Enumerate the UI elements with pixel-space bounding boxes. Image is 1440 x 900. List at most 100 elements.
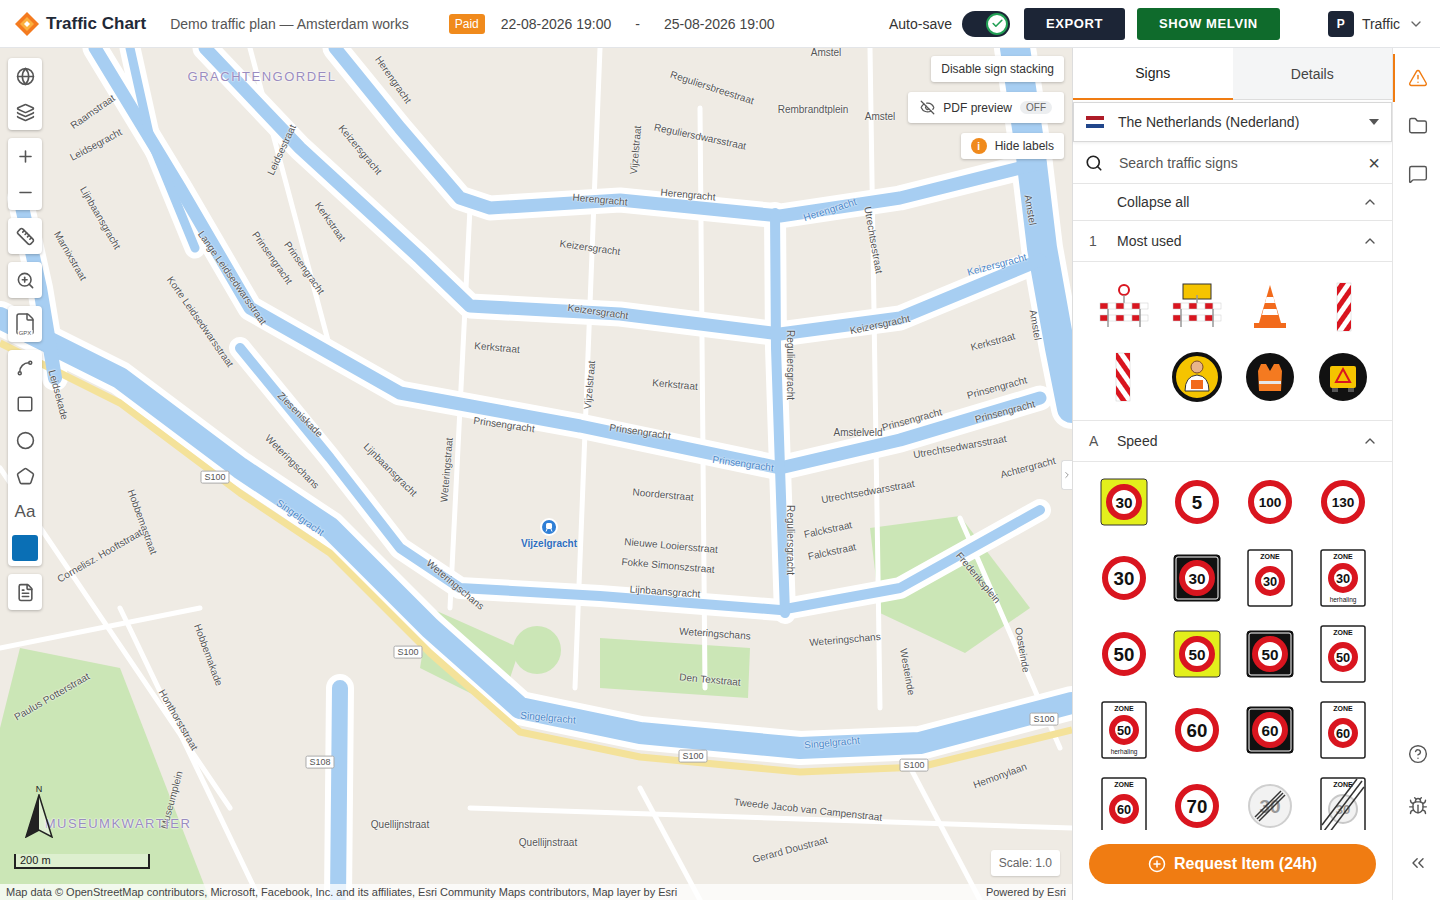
round-speed-sign-icon[interactable]: 60 — [1173, 706, 1221, 754]
zoom-in-button[interactable] — [8, 138, 42, 174]
notes-button[interactable] — [8, 574, 42, 610]
polygon-tool[interactable] — [8, 458, 42, 494]
black-square-sign-icon[interactable]: 50 — [1246, 630, 1294, 678]
barrier-light-icon[interactable] — [1098, 281, 1150, 333]
beacon-left-icon[interactable] — [1098, 351, 1150, 403]
sign-item[interactable]: 60 — [1160, 696, 1233, 764]
start-date[interactable]: 22-08-2026 19:00 — [501, 16, 612, 32]
layers-button[interactable] — [8, 94, 42, 130]
zone-sign-icon[interactable]: ZONE30 — [1247, 549, 1293, 607]
round-speed-sign-icon[interactable]: 70 — [1173, 782, 1221, 830]
sign-item[interactable]: ZONE30 — [1234, 544, 1307, 612]
show-melvin-button[interactable]: SHOW MELVIN — [1137, 8, 1280, 40]
pdf-preview-button[interactable]: PDF previewOFF — [908, 92, 1064, 123]
zone-sign-icon[interactable]: ZONE50herhaling — [1101, 701, 1147, 759]
panel-handle[interactable] — [1061, 460, 1072, 490]
rail-item[interactable] — [1393, 780, 1440, 832]
sign-item[interactable] — [1307, 276, 1380, 338]
sign-item[interactable]: ZONE30herhaling — [1307, 544, 1380, 612]
rail-item[interactable] — [1393, 150, 1440, 198]
black-square-sign-icon[interactable]: 30 — [1173, 554, 1221, 602]
sign-stacking-button[interactable]: Disable sign stacking — [931, 56, 1064, 82]
beacon-right-icon[interactable] — [1317, 281, 1369, 333]
text-tool[interactable]: Aa — [8, 494, 42, 530]
zone-sign-icon[interactable]: ZONE50 — [1320, 625, 1366, 683]
end-speed-sign-icon[interactable]: 30 — [1246, 782, 1294, 830]
sign-item[interactable] — [1087, 276, 1160, 338]
sign-item[interactable]: 100 — [1234, 468, 1307, 536]
country-select[interactable]: The Netherlands (Nederland) — [1073, 102, 1392, 142]
sign-item[interactable]: 60 — [1234, 696, 1307, 764]
panel-tab[interactable]: Details — [1233, 48, 1393, 100]
zone-end-sign-icon[interactable]: ZONE30 — [1320, 777, 1366, 830]
zone-sign-icon[interactable]: ZONE30herhaling — [1320, 549, 1366, 607]
sign-item[interactable]: 5 — [1160, 468, 1233, 536]
vest-icon[interactable] — [1244, 351, 1296, 403]
sign-item[interactable] — [1234, 346, 1307, 408]
rail-item[interactable] — [1393, 102, 1440, 150]
sign-item[interactable]: ZONE60 — [1087, 772, 1160, 830]
circle-tool[interactable] — [8, 422, 42, 458]
station-marker[interactable]: Vijzelgracht — [521, 518, 577, 549]
sign-item[interactable]: 50 — [1234, 620, 1307, 688]
map[interactable]: GRACHTENGORDELAmstelReguliersbreestraatR… — [0, 48, 1072, 900]
round-speed-sign-icon[interactable]: 130 — [1319, 478, 1367, 526]
sign-item[interactable]: 50 — [1087, 620, 1160, 688]
logo[interactable]: Traffic Chart — [14, 11, 146, 37]
sign-item[interactable] — [1307, 346, 1380, 408]
color-tool[interactable] — [8, 530, 42, 566]
export-button[interactable]: EXPORT — [1024, 8, 1125, 40]
zoom-out-button[interactable] — [8, 174, 42, 210]
sign-item[interactable] — [1160, 276, 1233, 338]
cone-icon[interactable] — [1244, 281, 1296, 333]
basemap-button[interactable] — [8, 58, 42, 94]
sign-item[interactable]: 30 — [1160, 544, 1233, 612]
yellow-square-sign-icon[interactable]: 30 — [1100, 478, 1148, 526]
panel-tab[interactable]: Signs — [1073, 48, 1233, 100]
rectangle-tool[interactable] — [8, 386, 42, 422]
sign-item[interactable]: 30 — [1234, 772, 1307, 830]
rail-item[interactable] — [1393, 832, 1440, 894]
round-speed-sign-icon[interactable]: 30 — [1100, 554, 1148, 602]
barrier-board-icon[interactable] — [1171, 281, 1223, 333]
rail-item[interactable] — [1393, 728, 1440, 780]
zone-sign-icon[interactable]: ZONE60 — [1101, 777, 1147, 830]
yellow-square-sign-icon[interactable]: 50 — [1173, 630, 1221, 678]
sign-item[interactable]: 30 — [1087, 468, 1160, 536]
map-canvas[interactable] — [0, 48, 1072, 900]
sign-item[interactable] — [1087, 346, 1160, 408]
round-speed-sign-icon[interactable]: 100 — [1246, 478, 1294, 526]
end-date[interactable]: 25-08-2026 19:00 — [664, 16, 775, 32]
sign-item[interactable]: 30 — [1087, 544, 1160, 612]
user-menu[interactable]: PTraffic — [1328, 11, 1424, 37]
sign-item[interactable]: ZONE60 — [1307, 696, 1380, 764]
request-item-button[interactable]: Request Item (24h) — [1089, 844, 1376, 884]
measure-button[interactable] — [8, 218, 42, 254]
sign-item[interactable]: ZONE50herhaling — [1087, 696, 1160, 764]
autosave-toggle[interactable] — [962, 11, 1010, 37]
worker-icon[interactable] — [1171, 351, 1223, 403]
collapse-all[interactable]: Collapse all — [1073, 184, 1392, 221]
sign-item[interactable]: 130 — [1307, 468, 1380, 536]
round-speed-sign-icon[interactable]: 50 — [1100, 630, 1148, 678]
sign-item[interactable] — [1234, 276, 1307, 338]
sign-item[interactable]: 70 — [1160, 772, 1233, 830]
line-tool[interactable] — [8, 350, 42, 386]
section-header[interactable]: 1Most used — [1073, 221, 1392, 262]
rail-item[interactable] — [1393, 54, 1440, 102]
sign-item[interactable]: ZONE30 — [1307, 772, 1380, 830]
zoom-area-button[interactable] — [8, 262, 42, 298]
plan-title[interactable]: Demo traffic plan — Amsterdam works — [170, 16, 409, 32]
sign-item[interactable]: 50 — [1160, 620, 1233, 688]
hide-labels-button[interactable]: iHide labels — [961, 133, 1064, 159]
search-input[interactable] — [1117, 154, 1354, 172]
sign-item[interactable] — [1160, 346, 1233, 408]
round-speed-sign-icon[interactable]: 5 — [1173, 478, 1221, 526]
clear-button[interactable]: × — [1368, 153, 1380, 173]
gpx-button[interactable]: GPX — [8, 306, 42, 342]
section-header[interactable]: ASpeed — [1073, 421, 1392, 462]
vehicle-icon[interactable] — [1317, 351, 1369, 403]
sign-item[interactable]: ZONE50 — [1307, 620, 1380, 688]
black-square-sign-icon[interactable]: 60 — [1246, 706, 1294, 754]
zone-sign-icon[interactable]: ZONE60 — [1320, 701, 1366, 759]
